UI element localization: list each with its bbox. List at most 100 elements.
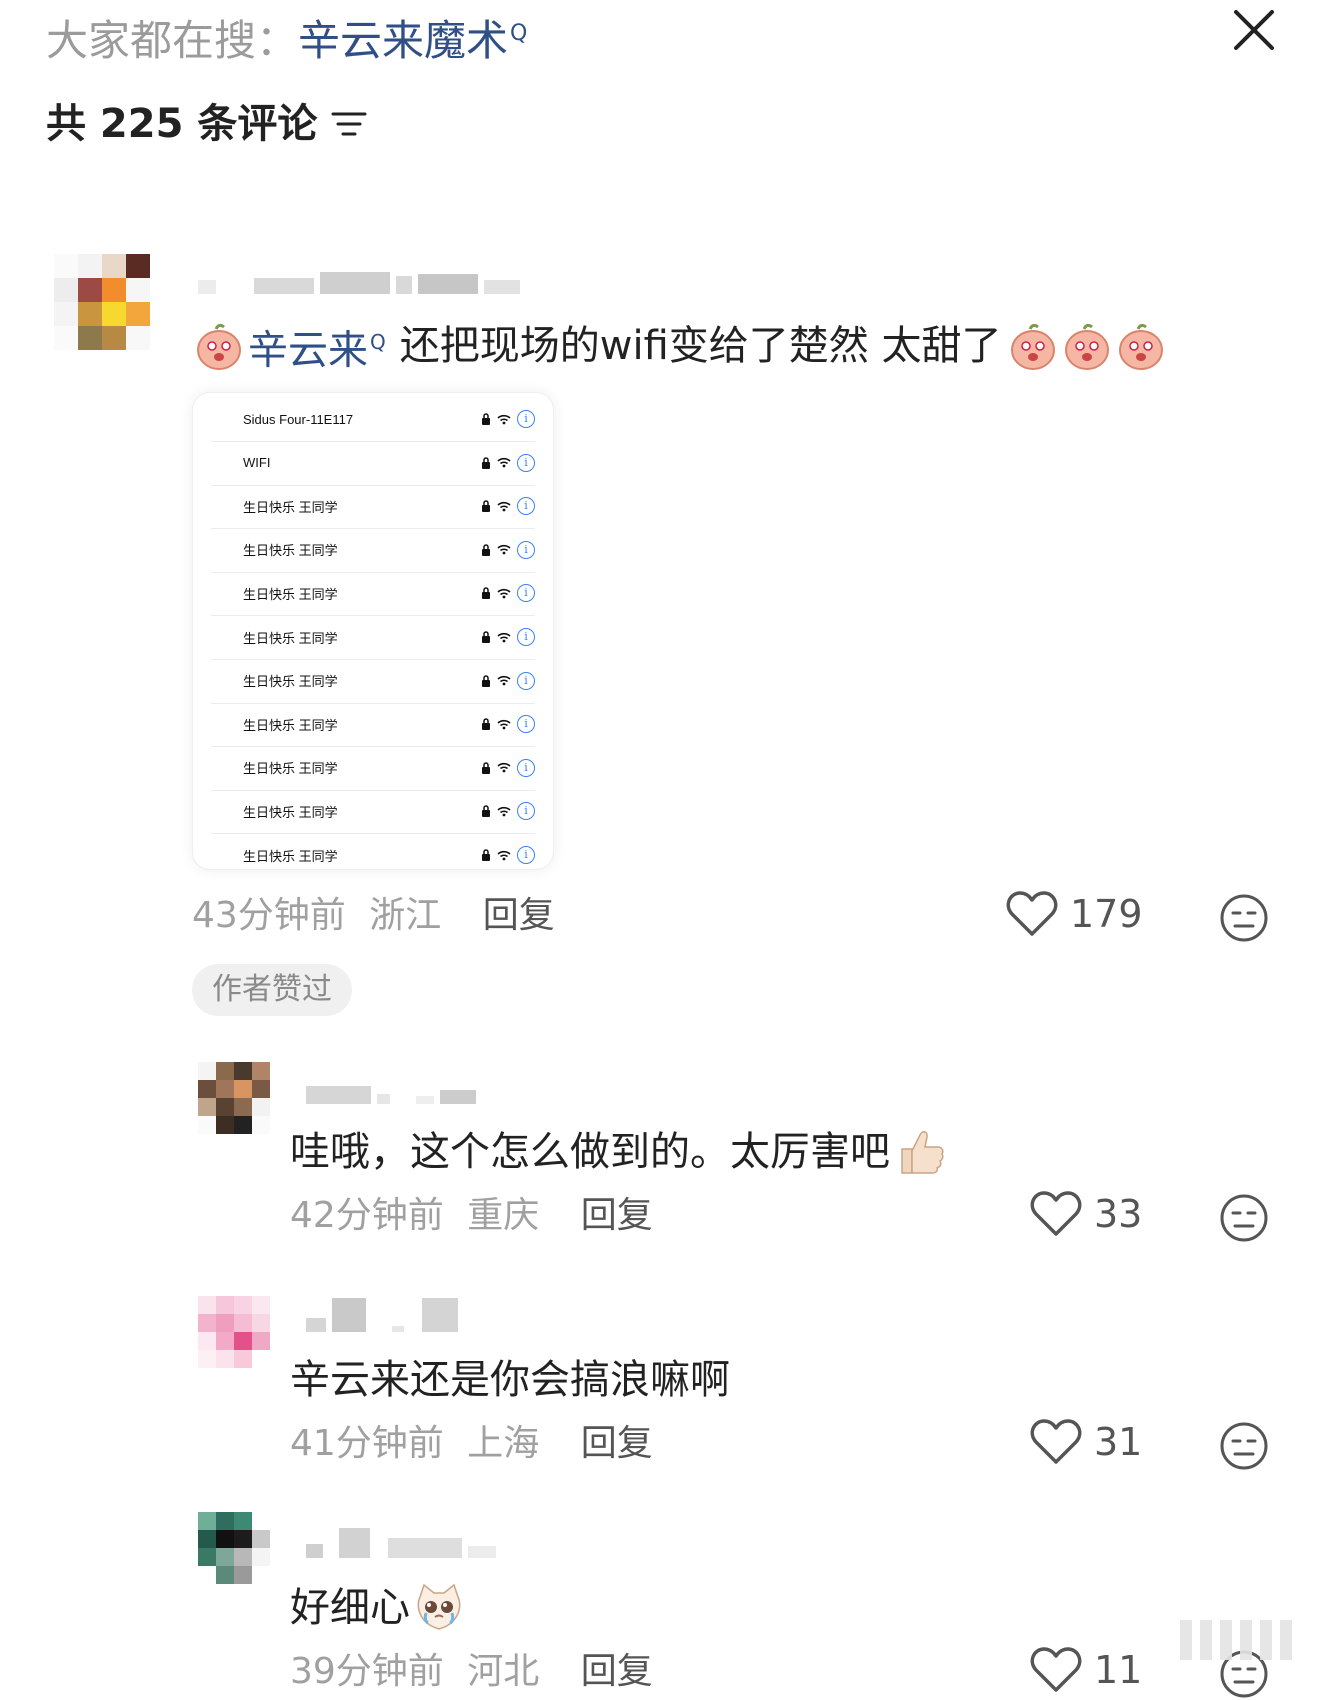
comment-location: 上海 [467,1423,540,1464]
like-button[interactable]: 11 [1030,1646,1142,1694]
like-count: 11 [1094,1648,1143,1692]
wifi-row-icons: i [481,715,535,734]
heart-outline-icon [1006,891,1058,936]
info-icon: i [517,628,535,646]
comment-body: 好细心 [290,1585,410,1631]
comment-meta: 41分钟前 上海 回复 [290,1420,653,1468]
reply-button[interactable]: 回复 [581,1651,653,1692]
blushing-peach-emoji-icon [1010,324,1055,371]
info-icon: i [517,410,535,428]
wifi-signal-icon [497,588,511,599]
username-masked[interactable] [306,1080,476,1104]
reply-button[interactable]: 回复 [581,1423,653,1464]
info-icon: i [517,802,535,821]
wifi-row-icons: i [481,802,535,821]
lock-icon [482,762,490,774]
comment-meta: 43分钟前 浙江 回复 [192,892,555,940]
avatar[interactable] [198,1296,270,1368]
wifi-network-name: 生日快乐 王同学 [243,761,338,777]
comment-text: 辛云来还是你会搞浪嘛啊 [290,1352,730,1408]
comment-location: 河北 [467,1651,540,1692]
like-button[interactable]: 31 [1030,1418,1142,1466]
search-icon: Q [370,330,386,354]
lock-icon [482,849,490,861]
wifi-network-row: WIFI i [211,441,535,486]
wifi-row-icons: i [481,497,535,516]
wifi-network-row: 生日快乐 王同学 i [211,659,535,704]
wifi-network-name: 生日快乐 王同学 [243,804,338,820]
username-masked[interactable] [306,1528,497,1558]
lock-icon [482,587,490,600]
blushing-peach-emoji-icon [197,324,241,371]
wifi-network-name: 生日快乐 王同学 [243,630,338,646]
like-count: 179 [1070,892,1143,936]
crying-cat-emoji-icon [417,1583,461,1630]
info-icon: i [517,497,535,516]
username-masked[interactable] [198,264,538,294]
comment-location: 重庆 [467,1195,540,1236]
sort-filter-icon[interactable] [329,104,369,144]
mention-link[interactable]: 辛云来 Q [248,314,400,378]
wifi-network-row: 生日快乐 王同学 i [211,702,535,748]
search-suggestion[interactable]: 大家都在搜：辛云来魔术Q [46,6,527,69]
watermark-bars [1180,1620,1292,1660]
wifi-signal-icon [497,763,511,773]
comment-location: 浙江 [369,895,442,936]
comment-text: 哇哦，这个怎么做到的。太厉害吧 [290,1124,950,1180]
wifi-network-name: 生日快乐 王同学 [243,717,338,733]
wifi-signal-icon [497,501,511,512]
like-count: 33 [1094,1192,1143,1236]
wifi-row-icons: i [481,846,535,864]
wifi-signal-icon [497,458,511,468]
neutral-face-icon[interactable] [1218,892,1270,944]
comment-text: 好细心 [290,1580,468,1636]
heart-outline-icon [1030,1191,1082,1236]
info-icon: i [517,453,535,472]
blushing-peach-emoji-icon [1118,324,1163,371]
lock-icon [482,500,490,513]
info-icon: i [517,758,535,777]
comment-meta: 42分钟前 重庆 回复 [290,1192,653,1240]
wifi-row-icons: i [481,453,535,472]
lock-icon [482,805,490,818]
neutral-face-icon[interactable] [1218,1192,1270,1244]
like-button[interactable]: 33 [1030,1190,1142,1238]
reply-button[interactable]: 回复 [581,1195,653,1236]
heart-outline-icon [1030,1419,1082,1464]
wifi-signal-icon [497,676,511,686]
wifi-signal-icon [497,414,511,424]
lock-icon [482,631,490,643]
heart-outline-icon [1030,1647,1082,1692]
lock-icon [482,674,490,687]
wifi-network-name: 生日快乐 王同学 [243,543,338,559]
comment-image-wifi-list[interactable]: Sidus Four-11E117 i WIFI i 生日快乐 王同学 i 生日快乐 王同学… [192,392,554,870]
lock-icon [482,456,490,469]
wifi-signal-icon [497,850,511,860]
lock-icon [482,544,490,556]
avatar[interactable] [198,1062,270,1134]
comment-time: 41分钟前 [290,1423,444,1464]
comment-meta: 39分钟前 河北 回复 [290,1648,653,1696]
comment-time: 42分钟前 [290,1195,444,1236]
reply-button[interactable]: 回复 [483,895,555,936]
avatar[interactable] [54,254,150,350]
wifi-network-row: 生日快乐 王同学 i [211,615,535,660]
avatar[interactable] [198,1512,270,1584]
close-icon[interactable] [1228,4,1280,56]
comment-time: 43分钟前 [192,895,346,936]
neutral-face-icon[interactable] [1218,1420,1270,1472]
like-button[interactable]: 179 [1006,890,1143,938]
wifi-row-icons: i [481,671,535,690]
wifi-network-row: 生日快乐 王同学 i [211,746,535,791]
wifi-signal-icon [497,545,511,555]
comment-body: 哇哦，这个怎么做到的。太厉害吧 [290,1129,890,1175]
wifi-network-name: 生日快乐 王同学 [243,848,338,864]
wifi-network-row: 生日快乐 王同学 i [211,484,535,530]
comment-text: 辛云来 Q 还把现场的wifi变给了楚然 太甜了 [194,314,1170,378]
wifi-network-row: 生日快乐 王同学 i [211,571,535,617]
author-liked-badge: 作者赞过 [192,964,352,1016]
wifi-row-icons: i [481,584,535,603]
search-suggestion-keyword[interactable]: 辛云来魔术 [298,16,508,65]
lock-icon [482,413,490,425]
username-masked[interactable] [306,1296,476,1332]
